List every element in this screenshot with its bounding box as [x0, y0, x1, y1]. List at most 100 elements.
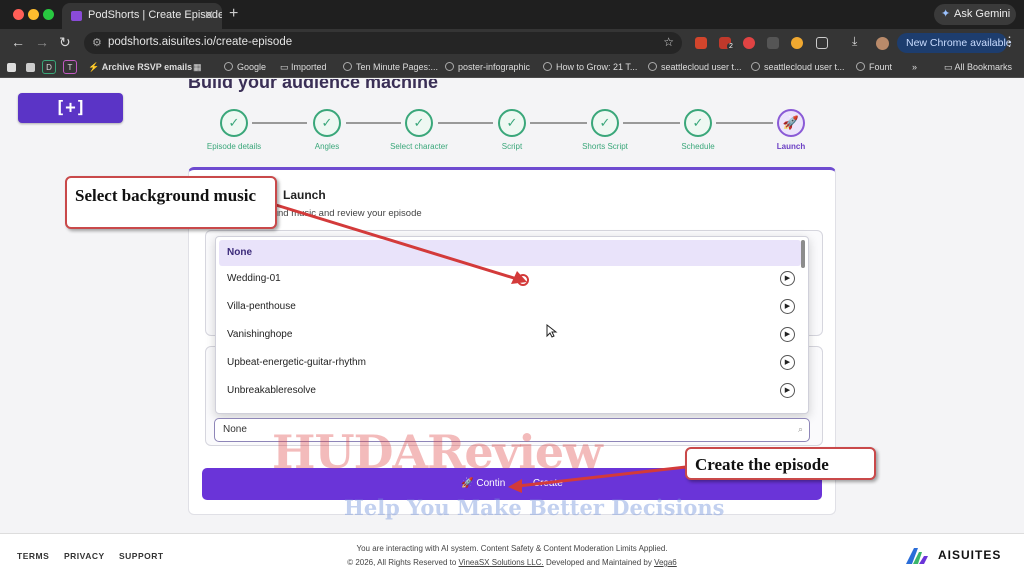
step-label: Script [501, 142, 523, 151]
more-bookmarks-icon[interactable]: » [912, 62, 917, 72]
extension-icon-5[interactable] [791, 37, 803, 49]
bookmark-app-1[interactable] [7, 63, 16, 72]
music-dropdown-list[interactable]: None Wedding-01 ▶ Villa-penthouse ▶ Vani… [215, 236, 809, 414]
extensions-puzzle-icon[interactable] [816, 37, 828, 49]
podshorts-favicon-icon [71, 11, 82, 21]
chrome-update-button[interactable]: New Chrome available [897, 33, 1012, 53]
address-bar[interactable]: ⚙ podshorts.aisuites.io/create-episode ☆ [84, 32, 682, 54]
ai-notice: You are interacting with AI system. Cont… [356, 544, 668, 553]
play-icon[interactable]: ▶ [780, 355, 795, 370]
site-info-icon[interactable]: ⚙ [92, 36, 102, 49]
bookmark-item[interactable]: How to Grow: 21 T... [543, 62, 637, 72]
download-icon[interactable]: ⤓ [852, 34, 857, 49]
tab-title: PodShorts | Create Episode [88, 9, 222, 21]
ask-gemini-button[interactable]: ✦ Ask Gemini [934, 4, 1016, 25]
site-icon [343, 62, 352, 71]
play-icon[interactable]: ▶ [780, 383, 795, 398]
extension-icon-1[interactable] [695, 37, 707, 49]
copyright: © 2026, All Rights Reserved to VineaSX S… [0, 558, 1024, 567]
dropdown-scrollbar[interactable] [801, 240, 805, 268]
maximize-window-dot[interactable] [43, 9, 54, 20]
forward-icon[interactable]: → [35, 34, 49, 50]
site-icon [543, 62, 552, 71]
url-text: podshorts.aisuites.io/create-episode [108, 36, 293, 48]
step-label: Schedule [681, 142, 715, 151]
music-option[interactable]: Upbeat-energetic-guitar-rhythm ▶ [219, 350, 801, 376]
step-select-character[interactable]: ✓ [405, 109, 433, 137]
step-connector [623, 122, 680, 124]
step-script[interactable]: ✓ [498, 109, 526, 137]
brand-button[interactable]: [+] [18, 93, 123, 123]
callout-text: Select background music [75, 186, 257, 205]
back-icon[interactable]: ← [11, 34, 25, 50]
bookmark-label: How to Grow: 21 T... [556, 62, 638, 72]
all-bookmarks-label: All Bookmarks [954, 62, 1013, 72]
copyright-prefix: © 2026, All Rights Reserved to [347, 558, 459, 567]
bookmark-label: Google [237, 62, 267, 72]
all-bookmarks[interactable]: ▭ All Bookmarks [944, 62, 1012, 73]
minimize-window-dot[interactable] [28, 9, 39, 20]
extension-icon-4[interactable] [767, 37, 779, 49]
callout-select-music: Select background music [65, 176, 277, 229]
developer-link[interactable]: Vega6 [654, 558, 677, 567]
adblock-icon[interactable] [743, 37, 755, 49]
bookmark-label: Fount [869, 62, 893, 72]
bookmark-item[interactable]: Fount [856, 62, 892, 72]
site-icon [445, 62, 454, 71]
music-option[interactable]: Unbreakableresolve ▶ [219, 378, 801, 404]
callout-create-episode: Create the episode [685, 447, 876, 480]
step-label: Shorts Script [582, 142, 628, 151]
bookmark-item[interactable]: ⚡ Archive RSVP emails [88, 62, 192, 73]
option-label: Vanishinghope [227, 329, 293, 340]
search-value: None [223, 424, 247, 435]
music-option[interactable]: Vanishinghope ▶ [219, 322, 801, 348]
extension-badge: 2 [727, 43, 735, 50]
browser-tab[interactable]: PodShorts | Create Episode ✕ [62, 3, 222, 29]
music-option[interactable]: Wedding-01 ▶ [219, 266, 801, 292]
step-shorts-script[interactable]: ✓ [591, 109, 619, 137]
bookmark-label: Ten Minute Pages:... [356, 62, 439, 72]
bookmark-t[interactable]: T [63, 60, 77, 74]
music-option-none[interactable]: None [219, 240, 801, 266]
step-schedule[interactable]: ✓ [684, 109, 712, 137]
close-tab-icon[interactable]: ✕ [204, 8, 214, 22]
step-connector [346, 122, 401, 124]
play-icon[interactable]: ▶ [780, 327, 795, 342]
bookmarks-bar: D T ⚡ Archive RSVP emails ▦ Google ▭ Imp… [0, 57, 1024, 78]
browser-menu-icon[interactable]: ⋮ [1003, 34, 1016, 50]
card-title: Launch [283, 188, 326, 202]
bookmark-label: Archive RSVP emails [101, 62, 193, 72]
reload-icon[interactable]: ↻ [59, 34, 71, 51]
bookmark-item[interactable]: Ten Minute Pages:... [343, 62, 438, 72]
step-label: Select character [390, 142, 448, 151]
page-footer: TERMS PRIVACY SUPPORT You are interactin… [0, 533, 1024, 577]
bookmark-item[interactable]: seattlecloud user t... [751, 62, 845, 72]
step-angles[interactable]: ✓ [313, 109, 341, 137]
apps-grid-icon[interactable]: ▦ [193, 62, 202, 73]
step-launch[interactable]: 🚀 [777, 109, 805, 137]
bookmark-item[interactable]: poster-infographic [445, 62, 530, 72]
callout-text: Create the episode [695, 455, 829, 474]
continue-label-end: Create [532, 478, 563, 489]
play-icon[interactable]: ▶ [780, 299, 795, 314]
option-label: Upbeat-energetic-guitar-rhythm [227, 357, 366, 368]
bookmark-folder[interactable]: ▭ Imported [280, 62, 327, 73]
option-label: Unbreakableresolve [227, 385, 316, 396]
bookmark-app-2[interactable] [26, 63, 35, 72]
profile-avatar[interactable] [876, 37, 889, 50]
bookmark-star-icon[interactable]: ☆ [663, 35, 674, 49]
play-icon[interactable]: ▶ [780, 271, 795, 286]
bookmark-item[interactable]: Google [224, 62, 266, 72]
watermark-text: HUDAReview [272, 425, 603, 479]
option-label: Wedding-01 [227, 273, 281, 284]
continue-label: Contin [476, 478, 506, 489]
music-option[interactable]: Villa-penthouse ▶ [219, 294, 801, 320]
search-icon: ⌕ [797, 424, 803, 434]
new-tab-icon[interactable]: + [229, 5, 238, 23]
bookmark-item[interactable]: seattlecloud user t... [648, 62, 742, 72]
company-link[interactable]: VineaSX Solutions LLC. [459, 558, 544, 567]
bookmark-d[interactable]: D [42, 60, 56, 74]
close-window-dot[interactable] [13, 9, 24, 20]
browser-toolbar: ← → ↻ ⚙ podshorts.aisuites.io/create-epi… [0, 29, 1024, 57]
step-episode-details[interactable]: ✓ [220, 109, 248, 137]
